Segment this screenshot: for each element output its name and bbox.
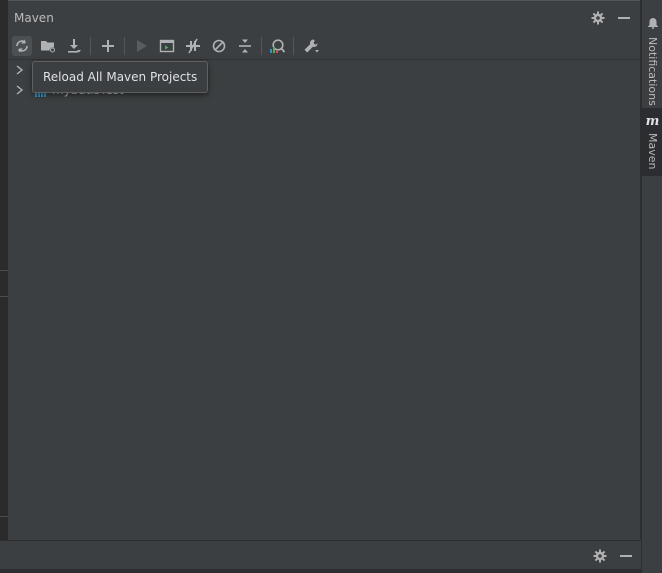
collapse-all-icon[interactable]: [235, 36, 255, 56]
bottom-header-actions: [592, 548, 634, 564]
analyze-dependencies-icon[interactable]: [267, 36, 287, 56]
right-tool-stripe: Notifications m Maven: [641, 0, 662, 573]
window-bottom-edge: [0, 569, 662, 573]
gear-icon[interactable]: [592, 548, 608, 564]
stripe-notifications-button[interactable]: Notifications: [642, 8, 662, 106]
chevron-right-icon[interactable]: [14, 62, 26, 82]
execute-goal-icon[interactable]: [157, 36, 177, 56]
run-icon[interactable]: [131, 36, 151, 56]
minimize-icon[interactable]: [618, 548, 634, 564]
gear-icon[interactable]: [590, 10, 606, 26]
skip-tests-icon[interactable]: [209, 36, 229, 56]
minimize-icon[interactable]: [616, 10, 632, 26]
toolbar-separator: [124, 37, 125, 55]
toolbar-separator: [261, 37, 262, 55]
editor-edge: [0, 0, 8, 540]
stripe-maven-label: Maven: [646, 133, 659, 170]
editor-divider: [0, 296, 8, 297]
download-icon[interactable]: [64, 36, 84, 56]
tool-window-header: Maven: [8, 0, 640, 33]
stripe-maven-button[interactable]: m Maven: [642, 108, 662, 176]
reload-icon[interactable]: [12, 36, 32, 56]
ide-window: Maven Reload All Maven Projects Notifica…: [0, 0, 662, 573]
bottom-tool-window-header: [0, 540, 640, 570]
toolbar-separator: [293, 37, 294, 55]
maven-icon: m: [645, 114, 660, 129]
editor-divider: [0, 516, 8, 517]
chevron-right-icon[interactable]: [14, 82, 26, 102]
toolbar-separator: [90, 37, 91, 55]
add-icon[interactable]: [98, 36, 118, 56]
header-actions: [590, 10, 632, 26]
toggle-offline-icon[interactable]: [183, 36, 203, 56]
stripe-notifications-label: Notifications: [646, 37, 659, 106]
settings-wrench-icon[interactable]: [301, 36, 321, 56]
add-source-folder-icon[interactable]: [38, 36, 58, 56]
bell-icon: [647, 14, 659, 33]
tool-window-title: Maven: [14, 11, 54, 25]
reload-tooltip: Reload All Maven Projects: [32, 61, 209, 93]
maven-tool-window: Maven Reload All Maven Projects: [8, 0, 641, 540]
editor-divider: [0, 270, 8, 271]
maven-toolbar: [8, 32, 640, 60]
